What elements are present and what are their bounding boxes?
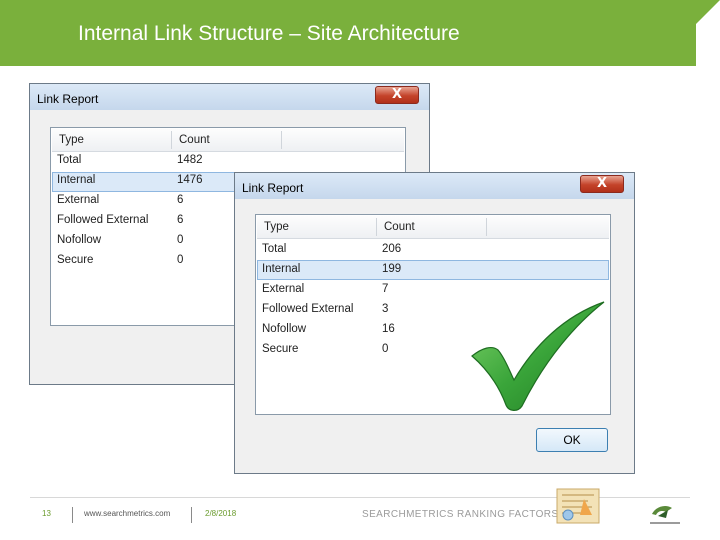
dialog-titlebar: Link Report — [235, 173, 634, 199]
column-separator[interactable] — [281, 131, 282, 149]
row-count: 3 — [382, 303, 389, 315]
ranking-factors-illustration-icon — [556, 488, 600, 524]
row-type: Followed External — [57, 214, 149, 226]
dialog-titlebar: Link Report — [30, 84, 429, 110]
row-count: 206 — [382, 243, 402, 255]
close-icon: X — [596, 176, 608, 191]
row-type: Followed External — [262, 303, 354, 315]
close-button[interactable]: X — [580, 175, 624, 193]
list-header: Type Count — [257, 216, 609, 239]
page-number: 13 — [42, 509, 51, 518]
row-count: 0 — [177, 234, 184, 246]
list-header: Type Count — [52, 129, 404, 152]
row-type: External — [57, 194, 100, 206]
column-separator[interactable] — [376, 218, 377, 236]
row-type: Internal — [57, 174, 96, 186]
ok-button[interactable]: OK — [536, 428, 608, 452]
dialog-title: Link Report — [37, 92, 99, 106]
row-count: 1476 — [177, 174, 203, 186]
banner-corner-decoration — [696, 0, 720, 66]
footer-brand-text: SEARCHMETRICS RANKING FACTORS 2014 — [362, 509, 586, 520]
searchmetrics-logo-icon — [650, 506, 680, 524]
column-separator[interactable] — [171, 131, 172, 149]
column-header-count[interactable]: Count — [179, 134, 210, 146]
column-header-type[interactable]: Type — [59, 134, 84, 146]
close-icon: X — [391, 87, 403, 102]
footer-date: 2/8/2018 — [205, 509, 237, 518]
row-count: 0 — [382, 343, 389, 355]
row-type: Nofollow — [262, 323, 307, 335]
row-count: 7 — [382, 283, 389, 295]
row-type: External — [262, 283, 305, 295]
row-count: 6 — [177, 194, 184, 206]
row-count: 1482 — [177, 154, 203, 166]
footer-separator — [191, 507, 192, 523]
title-banner: Internal Link Structure – Site Architect… — [0, 0, 696, 66]
row-type: Nofollow — [57, 234, 102, 246]
row-type: Secure — [57, 254, 94, 266]
row-count: 199 — [382, 263, 402, 275]
close-button[interactable]: X — [375, 86, 419, 104]
column-header-count[interactable]: Count — [384, 221, 415, 233]
checkmark-icon — [471, 301, 605, 411]
footer-website: www.searchmetrics.com — [84, 509, 171, 518]
row-type: Total — [57, 154, 82, 166]
row-count: 0 — [177, 254, 184, 266]
column-separator[interactable] — [486, 218, 487, 236]
selected-row-highlight — [257, 260, 609, 280]
column-header-type[interactable]: Type — [264, 221, 289, 233]
row-count: 6 — [177, 214, 184, 226]
row-type: Internal — [262, 263, 301, 275]
row-type: Total — [262, 243, 287, 255]
row-count: 16 — [382, 323, 395, 335]
footer-separator — [72, 507, 73, 523]
dialog-title: Link Report — [242, 181, 304, 195]
row-type: Secure — [262, 343, 299, 355]
slide-title: Internal Link Structure – Site Architect… — [78, 22, 460, 45]
